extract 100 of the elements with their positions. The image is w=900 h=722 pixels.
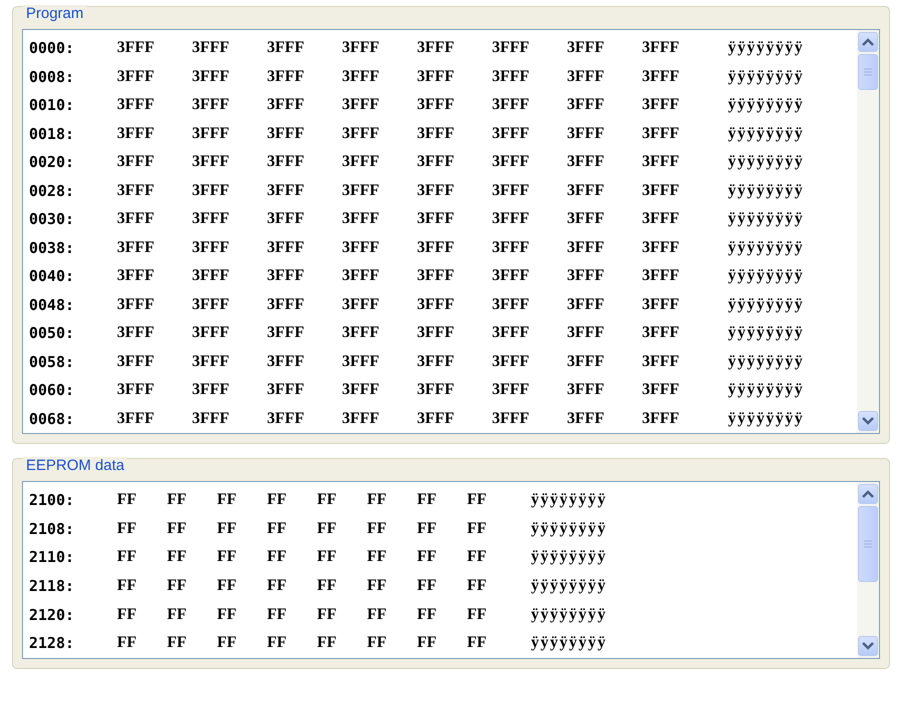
- hex-value: 3FFF: [417, 352, 456, 371]
- hex-value: 3FFF: [117, 124, 156, 143]
- hex-value: 3FFF: [192, 381, 230, 400]
- hex-value: 3FFF: [642, 210, 680, 228]
- hex-value: FF: [417, 606, 438, 624]
- hex-value: 3FFF: [567, 324, 606, 342]
- hex-value: 3FFF: [117, 68, 156, 86]
- chevron-up-icon: [862, 38, 874, 46]
- hex-value: 3FFF: [642, 296, 680, 314]
- hex-value: 3FFF: [117, 39, 156, 58]
- hex-value: 3FFF: [192, 352, 230, 371]
- ascii-text: ÿÿÿÿÿÿÿÿ: [531, 577, 608, 596]
- hex-value: FF: [467, 577, 488, 596]
- hex-value: FF: [467, 491, 488, 510]
- hex-value: FF: [417, 491, 438, 510]
- hex-value: 3FFF: [117, 182, 156, 200]
- hex-value: 3FFF: [642, 410, 680, 428]
- hex-value: 3FFF: [192, 410, 230, 428]
- address-label: 0050:: [29, 324, 76, 342]
- ascii-text: ÿÿÿÿÿÿÿÿ: [728, 410, 805, 428]
- hex-value: 3FFF: [342, 124, 380, 143]
- hex-value: FF: [117, 606, 138, 624]
- hex-value: 3FFF: [117, 96, 156, 114]
- hex-value: 3FFF: [267, 324, 306, 342]
- hex-value: 3FFF: [117, 410, 156, 428]
- hex-value: 3FFF: [192, 153, 230, 172]
- chevron-down-icon: [862, 417, 874, 425]
- hex-value: 3FFF: [192, 182, 230, 200]
- hex-value: 3FFF: [492, 210, 530, 228]
- hex-value: FF: [367, 606, 388, 624]
- hex-value: 3FFF: [492, 68, 530, 86]
- hex-value: FF: [117, 577, 138, 596]
- hex-value: 3FFF: [342, 210, 380, 228]
- hex-value: FF: [217, 606, 238, 624]
- hex-value: 3FFF: [417, 410, 456, 428]
- address-label: 0048:: [29, 296, 76, 314]
- scroll-down-button[interactable]: [858, 411, 878, 431]
- ascii-text: ÿÿÿÿÿÿÿÿ: [728, 210, 805, 228]
- hex-value: FF: [217, 520, 238, 538]
- hex-value: FF: [367, 520, 388, 538]
- hex-value: 3FFF: [567, 410, 606, 428]
- scroll-down-button[interactable]: [858, 636, 878, 656]
- hex-value: 3FFF: [492, 39, 530, 58]
- hex-value: 3FFF: [642, 352, 680, 371]
- hex-value: 3FFF: [417, 267, 456, 286]
- hex-value: 3FFF: [192, 210, 230, 228]
- hex-value: FF: [217, 548, 238, 566]
- hex-value: 3FFF: [192, 238, 230, 257]
- ascii-text: ÿÿÿÿÿÿÿÿ: [728, 153, 805, 172]
- scrollbar-thumb[interactable]: [858, 54, 878, 90]
- hex-value: FF: [117, 634, 138, 652]
- address-label: 0000:: [29, 39, 76, 58]
- hex-value: 3FFF: [567, 96, 606, 114]
- address-label: 2100:: [29, 491, 76, 510]
- hex-value: 3FFF: [417, 39, 456, 58]
- hex-value: FF: [467, 606, 488, 624]
- hex-value: 3FFF: [417, 210, 456, 228]
- hex-value: FF: [417, 577, 438, 596]
- ascii-text: ÿÿÿÿÿÿÿÿ: [531, 606, 608, 624]
- address-label: 0060:: [29, 381, 76, 400]
- hex-value: 3FFF: [267, 153, 306, 172]
- hex-value: FF: [317, 520, 338, 538]
- hex-value: 3FFF: [567, 153, 606, 172]
- hex-value: FF: [467, 548, 488, 566]
- ascii-text: ÿÿÿÿÿÿÿÿ: [531, 491, 608, 510]
- hex-value: 3FFF: [642, 182, 680, 200]
- hex-value: 3FFF: [642, 324, 680, 342]
- hex-value: 3FFF: [642, 381, 680, 400]
- hex-value: 3FFF: [492, 324, 530, 342]
- hex-value: 3FFF: [642, 96, 680, 114]
- scrollbar-thumb[interactable]: [858, 506, 878, 582]
- hex-value: 3FFF: [567, 238, 606, 257]
- hex-value: 3FFF: [267, 238, 306, 257]
- hex-value: FF: [267, 548, 288, 566]
- address-label: 0038:: [29, 238, 76, 257]
- hex-value: 3FFF: [492, 238, 530, 257]
- scroll-up-button[interactable]: [858, 32, 878, 52]
- chevron-down-icon: [862, 642, 874, 650]
- hex-value: 3FFF: [342, 267, 380, 286]
- hex-value: FF: [367, 577, 388, 596]
- hex-value: 3FFF: [342, 410, 380, 428]
- hex-value: 3FFF: [492, 296, 530, 314]
- address-label: 0020:: [29, 153, 76, 172]
- ascii-text: ÿÿÿÿÿÿÿÿ: [531, 548, 608, 566]
- ascii-text: ÿÿÿÿÿÿÿÿ: [728, 182, 805, 200]
- hex-value: FF: [167, 634, 188, 652]
- hex-value: 3FFF: [492, 410, 530, 428]
- hex-value: 3FFF: [267, 96, 306, 114]
- hex-value: 3FFF: [567, 210, 606, 228]
- ascii-text: ÿÿÿÿÿÿÿÿ: [728, 68, 805, 86]
- hex-value: 3FFF: [267, 352, 306, 371]
- hex-value: 3FFF: [192, 96, 230, 114]
- hex-value: FF: [167, 520, 188, 538]
- hex-value: 3FFF: [192, 39, 230, 58]
- hex-value: FF: [167, 491, 188, 510]
- hex-value: 3FFF: [642, 39, 680, 58]
- hex-value: FF: [117, 548, 138, 566]
- scroll-up-button[interactable]: [858, 484, 878, 504]
- hex-value: 3FFF: [267, 68, 306, 86]
- ascii-text: ÿÿÿÿÿÿÿÿ: [728, 39, 805, 58]
